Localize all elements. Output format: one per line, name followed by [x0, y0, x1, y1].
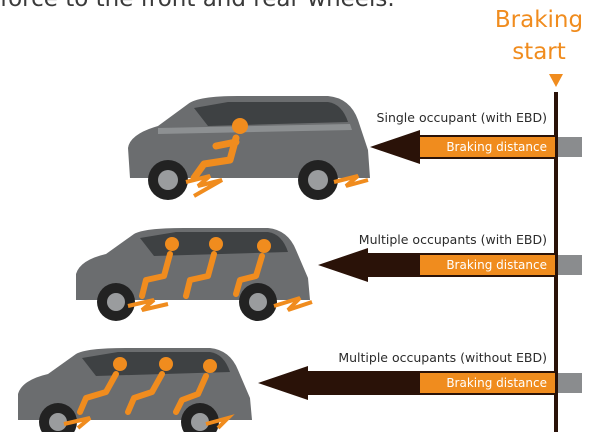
braking-distance-bar: Braking distance [420, 255, 555, 275]
arrow-head [258, 366, 308, 400]
distance-end-marker [558, 137, 582, 157]
car-multiple-occupants-ebd [76, 228, 313, 321]
arrow-head [370, 130, 420, 164]
braking-distance-bar: Braking distance [420, 137, 555, 157]
intro-text: force to the front and rear wheels. [0, 0, 395, 12]
braking-start-line2: start [512, 39, 566, 65]
row-label-multiple-occupants-ebd: Multiple occupants (with EBD) [358, 232, 547, 247]
braking-start-line1: Braking [494, 7, 584, 33]
braking-start-label: Braking start [491, 4, 587, 68]
arrow-head [318, 248, 368, 282]
row-label-single-occupant: Single occupant (with EBD) [376, 110, 547, 125]
distance-end-marker [558, 255, 582, 275]
row-label-multiple-occupants-no-ebd: Multiple occupants (without EBD) [338, 350, 547, 365]
braking-start-marker [549, 74, 563, 87]
spark-icon [185, 174, 223, 198]
car-single-occupant [128, 96, 370, 200]
car-multiple-occupants-no-ebd [18, 348, 252, 432]
distance-end-marker [558, 373, 582, 393]
braking-distance-bar: Braking distance [420, 373, 555, 393]
